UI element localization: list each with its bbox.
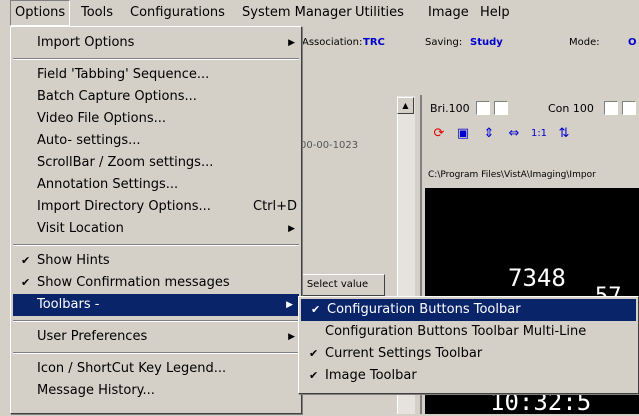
menu-item-show-hints[interactable]: ✔ Show Hints bbox=[11, 250, 301, 272]
brightness-label: Bri.100 bbox=[430, 102, 470, 115]
menu-item-shortcut: Ctrl+D bbox=[253, 199, 298, 214]
menu-item-toolbars[interactable]: Toolbars - ▶ bbox=[13, 294, 299, 316]
select-value-button[interactable]: Select value bbox=[290, 274, 385, 296]
flip-icon[interactable]: ⇅ bbox=[553, 124, 575, 144]
menu-item-label: Icon / ShortCut Key Legend... bbox=[37, 361, 227, 376]
menu-item-label: Current Settings Toolbar bbox=[325, 346, 483, 361]
menu-separator bbox=[13, 58, 299, 60]
fit-icon[interactable]: ▣ bbox=[452, 124, 474, 144]
submenu-item-current-settings-toolbar[interactable]: ✔ Current Settings Toolbar bbox=[299, 343, 638, 365]
menu-item-label: Configuration Buttons Toolbar Multi-Line bbox=[325, 324, 587, 339]
check-icon: ✔ bbox=[309, 347, 319, 360]
fit-width-icon[interactable]: ⇔ bbox=[503, 124, 525, 144]
submenu-arrow-icon: ▶ bbox=[288, 224, 295, 234]
association-value: TRC bbox=[363, 37, 385, 48]
menu-item-message-history[interactable]: Message History... bbox=[11, 380, 301, 402]
menu-bar: Options Tools Configurations System Mana… bbox=[0, 0, 639, 26]
menu-item-label: User Preferences bbox=[37, 329, 148, 344]
saving-label: Saving: bbox=[425, 37, 463, 48]
menu-configurations[interactable]: Configurations bbox=[126, 0, 229, 26]
check-icon: ✔ bbox=[21, 254, 31, 267]
association-label: Association: bbox=[302, 37, 363, 48]
mode-label: Mode: bbox=[569, 37, 600, 48]
contrast-checkbox[interactable] bbox=[604, 101, 618, 115]
menu-image[interactable]: Image bbox=[424, 0, 473, 26]
contrast-checkbox-2[interactable] bbox=[622, 101, 636, 115]
saving-value: Study bbox=[470, 37, 503, 48]
contrast-label: Con 100 bbox=[548, 102, 594, 115]
menu-item-batch-capture[interactable]: Batch Capture Options... bbox=[11, 86, 301, 108]
options-menu: Import Options ▶ Field 'Tabbing' Sequenc… bbox=[10, 26, 302, 414]
file-path-text: C:\Program Files\VistA\Imaging\Impor bbox=[428, 170, 596, 180]
toolbars-submenu: ✔ Configuration Buttons Toolbar Configur… bbox=[298, 296, 639, 394]
menu-item-label: ScrollBar / Zoom settings... bbox=[37, 155, 214, 170]
menu-tools[interactable]: Tools bbox=[77, 0, 117, 26]
menu-item-auto-settings[interactable]: Auto- settings... bbox=[11, 130, 301, 152]
menu-item-label: Batch Capture Options... bbox=[37, 89, 197, 104]
submenu-item-config-buttons-toolbar[interactable]: ✔ Configuration Buttons Toolbar bbox=[301, 299, 636, 321]
submenu-item-image-toolbar[interactable]: ✔ Image Toolbar bbox=[299, 365, 638, 387]
menu-item-visit-location[interactable]: Visit Location ▶ bbox=[11, 218, 301, 240]
mode-value: O bbox=[628, 37, 637, 48]
check-icon: ✔ bbox=[21, 276, 31, 289]
menu-separator bbox=[13, 244, 299, 246]
menu-options[interactable]: Options bbox=[10, 0, 71, 26]
menu-item-label: Import Directory Options... bbox=[37, 199, 211, 214]
menu-item-video-file[interactable]: Video File Options... bbox=[11, 108, 301, 130]
menu-item-label: Auto- settings... bbox=[37, 133, 141, 148]
menu-item-import-options[interactable]: Import Options ▶ bbox=[11, 32, 301, 54]
menu-item-label: Configuration Buttons Toolbar bbox=[327, 302, 521, 317]
menu-item-label: Video File Options... bbox=[37, 111, 166, 126]
scroll-up-arrow-icon[interactable]: ▲ bbox=[397, 97, 414, 114]
menu-item-label: Toolbars - bbox=[37, 297, 100, 312]
submenu-item-config-buttons-multiline[interactable]: Configuration Buttons Toolbar Multi-Line bbox=[299, 321, 638, 343]
menu-item-user-preferences[interactable]: User Preferences ▶ bbox=[11, 326, 301, 348]
menu-item-field-tabbing[interactable]: Field 'Tabbing' Sequence... bbox=[11, 64, 301, 86]
menu-system-manager[interactable]: System Manager bbox=[238, 0, 356, 26]
fit-height-icon[interactable]: ⇕ bbox=[478, 124, 500, 144]
submenu-arrow-icon: ▶ bbox=[288, 332, 295, 342]
brightness-checkbox-2[interactable] bbox=[494, 101, 508, 115]
menu-item-label: Show Hints bbox=[37, 253, 110, 268]
menu-item-label: Visit Location bbox=[37, 221, 124, 236]
menu-item-import-directory[interactable]: Import Directory Options... Ctrl+D bbox=[11, 196, 301, 218]
menu-utilities[interactable]: Utilities bbox=[351, 0, 408, 26]
menu-item-scrollbar-zoom[interactable]: ScrollBar / Zoom settings... bbox=[11, 152, 301, 174]
brightness-checkbox[interactable] bbox=[476, 101, 490, 115]
check-icon: ✔ bbox=[311, 303, 321, 316]
menu-item-icon-shortcut-legend[interactable]: Icon / ShortCut Key Legend... bbox=[11, 358, 301, 380]
menu-item-label: Show Confirmation messages bbox=[37, 275, 230, 290]
menu-item-label: Import Options bbox=[37, 35, 135, 50]
image-overlay-text-1: 7348 bbox=[508, 264, 566, 292]
menu-item-show-confirmation[interactable]: ✔ Show Confirmation messages bbox=[11, 272, 301, 294]
menu-item-label: Message History... bbox=[37, 383, 155, 398]
menu-separator bbox=[13, 320, 299, 322]
submenu-arrow-icon: ▶ bbox=[286, 300, 293, 310]
menu-item-label: Annotation Settings... bbox=[37, 177, 179, 192]
submenu-arrow-icon: ▶ bbox=[288, 38, 295, 48]
menu-item-annotation-settings[interactable]: Annotation Settings... bbox=[11, 174, 301, 196]
refresh-icon[interactable]: ⟳ bbox=[428, 124, 450, 144]
menu-item-label: Image Toolbar bbox=[325, 368, 417, 383]
menu-separator bbox=[13, 352, 299, 354]
actual-size-icon[interactable]: 1:1 bbox=[528, 124, 550, 144]
record-id-text: 00-00-1023 bbox=[300, 140, 359, 151]
menu-help[interactable]: Help bbox=[476, 0, 514, 26]
menu-item-label: Field 'Tabbing' Sequence... bbox=[37, 67, 210, 82]
check-icon: ✔ bbox=[309, 369, 319, 382]
